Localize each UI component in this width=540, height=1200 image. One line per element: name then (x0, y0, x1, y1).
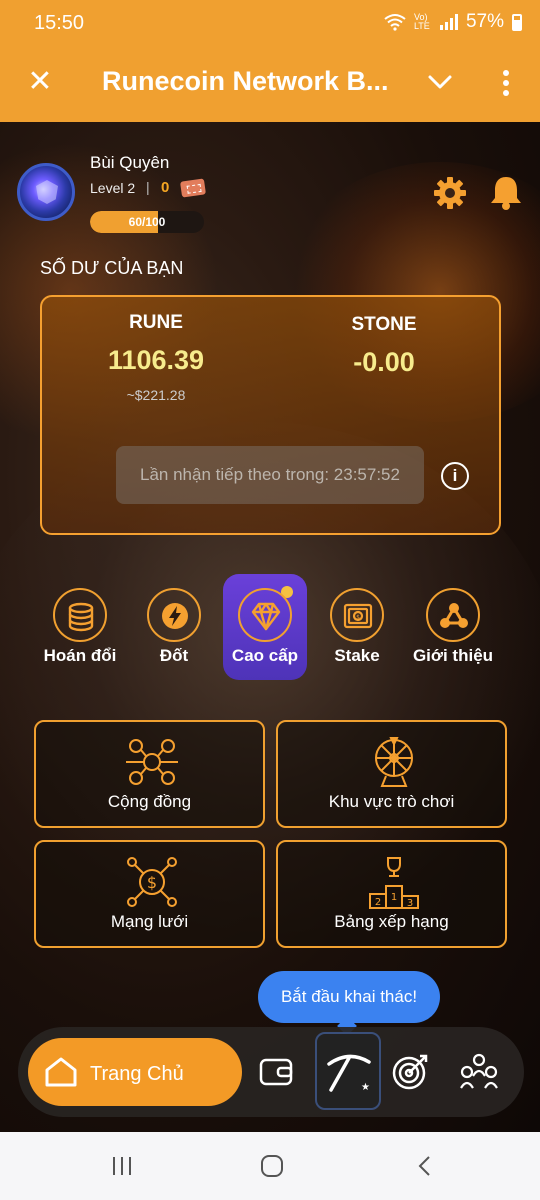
user-level: Level 2 (90, 180, 136, 196)
target-icon[interactable] (388, 1050, 432, 1094)
status-time: 15:50 (34, 12, 85, 34)
more-vertical-icon[interactable] (492, 68, 520, 98)
action-label: Giới thiệu (412, 646, 494, 665)
battery-percent: 57% (465, 11, 504, 32)
app-bar: ✕ Runecoin Network B... (0, 46, 540, 122)
app-title: Runecoin Network B... (102, 66, 389, 96)
battery-icon (512, 13, 522, 31)
leaderboard-icon: 12 3 (369, 857, 419, 909)
network-icon: $ (127, 857, 177, 907)
svg-text:★: ★ (361, 1082, 370, 1093)
tile-community[interactable]: Cộng đồng (34, 720, 265, 828)
wheel-icon (375, 737, 413, 787)
info-icon[interactable]: i (441, 462, 469, 490)
signal-icon (439, 14, 458, 30)
svg-text:2: 2 (375, 897, 381, 908)
bell-icon[interactable] (488, 173, 524, 211)
recent-apps-icon[interactable] (110, 1154, 134, 1178)
stone-label: STONE (351, 314, 417, 335)
status-icons: Vo) LTE 57% (384, 11, 522, 33)
xp-progress-text: 60/100 (128, 215, 166, 229)
ticket-icon (180, 178, 206, 198)
back-icon[interactable] (414, 1154, 438, 1178)
svg-text:3: 3 (407, 898, 413, 909)
pickaxe-icon: ★ (327, 1054, 371, 1093)
share-icon (426, 588, 480, 642)
next-claim-countdown[interactable]: Lần nhận tiếp theo trong: 23:57:52 (116, 446, 424, 504)
safe-icon: $ (330, 588, 384, 642)
action-premium[interactable]: Cao cấp (218, 580, 308, 670)
avatar[interactable] (17, 163, 75, 221)
coins-icon (53, 588, 107, 642)
svg-text:$: $ (356, 614, 360, 621)
gear-icon[interactable] (432, 175, 468, 211)
start-mining-tooltip[interactable]: Bắt đầu khai thác! (258, 971, 440, 1023)
stone-value: -0.00 (353, 347, 415, 377)
level-separator: | (146, 179, 150, 195)
tile-label: Khu vực trò chơi (328, 792, 455, 811)
action-referral[interactable]: Giới thiệu (406, 580, 496, 670)
xp-progress-bar: 60/100 (90, 211, 204, 233)
svg-text:$: $ (147, 873, 157, 892)
action-swap[interactable]: Hoán đổi (33, 580, 123, 670)
action-burn[interactable]: Đốt (127, 580, 217, 670)
user-name: Bùi Quyên (90, 153, 170, 172)
wallet-icon[interactable] (254, 1050, 298, 1094)
wifi-icon (384, 14, 406, 31)
balance-heading: SỐ DƯ CỦA BẠN (40, 258, 184, 278)
chevron-down-icon[interactable] (426, 68, 454, 96)
nav-home-label: Trang Chủ (90, 1063, 184, 1085)
rune-value: 1106.39 (107, 345, 205, 375)
android-nav-bar (0, 1132, 540, 1200)
community-icon (126, 739, 178, 785)
action-stake[interactable]: $ Stake (310, 580, 400, 670)
nav-mine-button[interactable]: ★ (315, 1032, 381, 1110)
status-bar: 15:50 Vo) LTE 57% (0, 0, 540, 46)
tile-leaderboard[interactable]: 12 3 Bảng xếp hạng (276, 840, 507, 948)
tile-game-zone[interactable]: Khu vực trò chơi (276, 720, 507, 828)
rune-label: RUNE (129, 312, 183, 333)
ticket-count: 0 (161, 179, 170, 196)
tile-label: Bảng xếp hạng (334, 912, 449, 931)
home-icon (45, 1057, 77, 1087)
rune-usd-value: ~$221.28 (126, 387, 186, 403)
close-icon[interactable]: ✕ (24, 66, 56, 98)
home-circle-icon[interactable] (260, 1154, 284, 1178)
svg-text:1: 1 (391, 892, 397, 903)
tile-label: Cộng đồng (107, 792, 192, 811)
tile-network[interactable]: $ Mạng lưới (34, 840, 265, 948)
tile-label: Mạng lưới (110, 912, 189, 931)
network-type: Vo) LTE (413, 12, 430, 31)
diamond-icon (238, 588, 292, 642)
team-icon[interactable] (457, 1050, 501, 1094)
lightning-icon (147, 588, 201, 642)
